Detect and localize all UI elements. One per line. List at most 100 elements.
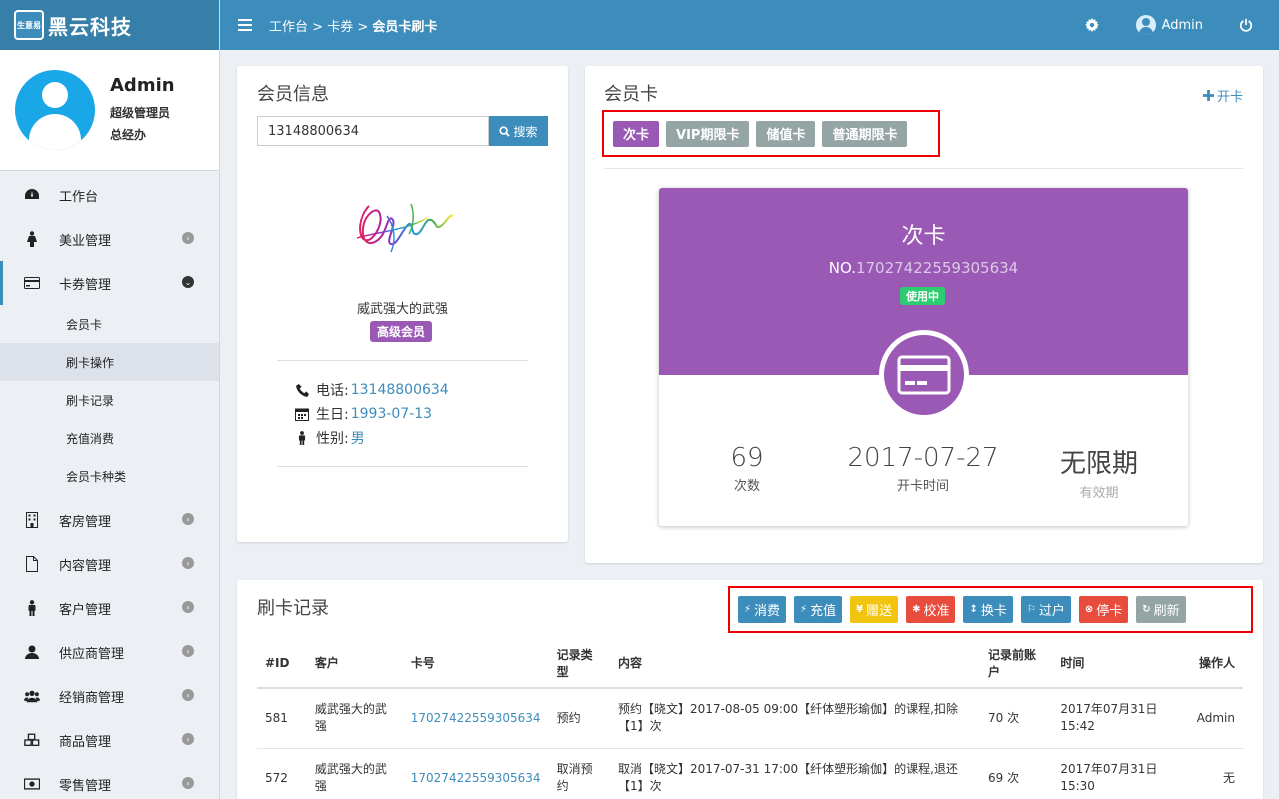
member-level-badge: 高级会员 xyxy=(370,321,433,342)
column-header[interactable]: 记录前账户 xyxy=(979,640,1053,689)
gear-icon: ✱ xyxy=(912,604,921,615)
tab-count-card[interactable]: 次卡 xyxy=(613,120,660,147)
cell-id: 581 xyxy=(257,688,307,749)
transfer-button[interactable]: ⚐ 过户 xyxy=(1020,596,1071,623)
brand-logo: 生意易 xyxy=(14,10,44,40)
user-name: Admin xyxy=(1161,17,1203,33)
search-input[interactable] xyxy=(257,116,489,146)
submenu-item-card-types[interactable]: 会员卡种类 xyxy=(0,457,219,495)
user-icon xyxy=(24,644,40,660)
open-card-button[interactable]: 开卡 xyxy=(1202,86,1243,105)
users-icon xyxy=(24,688,40,704)
signature-image xyxy=(356,203,454,253)
sidebar-item-customers[interactable]: 客户管理 › xyxy=(0,586,219,630)
flag-icon: ⚐ xyxy=(1026,604,1036,615)
power-icon[interactable] xyxy=(1239,18,1253,32)
cell-balance: 70 次 xyxy=(979,688,1053,749)
money-icon xyxy=(24,776,40,792)
stop-card-button[interactable]: ⊗ 停卡 xyxy=(1078,596,1129,623)
breadcrumb-item[interactable]: 卡券 xyxy=(327,20,353,35)
column-header[interactable]: #ID xyxy=(257,640,307,689)
action-toolbar: ⚡ 消费 ⚡ 充值 ¥ 赠送 ✱ 校准 ↕ 换卡 ⚐ 过户 ⊗ 停卡 ↻ 刷新 xyxy=(728,586,1253,633)
menu-toggle-icon[interactable] xyxy=(238,19,252,31)
brand-name: 黑云科技 xyxy=(48,14,132,39)
swipe-records-panel: 刷卡记录 ⚡ 消费 ⚡ 充值 ¥ 赠送 ✱ 校准 ↕ 换卡 ⚐ 过户 ⊗ 停卡 ↻ 刷新 #ID… xyxy=(237,580,1263,799)
submenu-item-member-card[interactable]: 会员卡 xyxy=(0,305,219,343)
brand[interactable]: 生意易 黑云科技 xyxy=(0,0,219,50)
chevron-right-icon: › xyxy=(182,733,194,745)
sidebar-item-suppliers[interactable]: 供应商管理 › xyxy=(0,630,219,674)
sidebar-item-label: 美业管理 xyxy=(59,233,112,249)
yen-icon: ¥ xyxy=(856,604,864,615)
cell-content: 预约【晓文】2017-08-05 09:00【纤体塑形瑜伽】的课程,扣除【1】次 xyxy=(610,688,980,749)
column-header[interactable]: 卡号 xyxy=(402,640,549,689)
tab-vip-card[interactable]: VIP期限卡 xyxy=(666,120,750,147)
table-row: 572 威武强大的武强 17027422559305634 取消预约 取消【晓文… xyxy=(257,748,1243,799)
gender-row: 性别: 男 xyxy=(295,428,365,448)
cell-time: 2017年07月31日 15:42 xyxy=(1052,688,1181,749)
records-table: #ID 客户 卡号 记录类型 内容 记录前账户 时间 操作人 581 威武强大的… xyxy=(257,640,1243,799)
cell-card-no[interactable]: 17027422559305634 xyxy=(402,748,549,799)
gift-button[interactable]: ¥ 赠送 xyxy=(850,596,899,623)
chevron-right-icon: › xyxy=(182,557,194,569)
tab-normal-card[interactable]: 普通期限卡 xyxy=(822,120,908,147)
cubes-icon xyxy=(24,732,40,748)
calendar-icon xyxy=(295,407,309,421)
cell-card-no[interactable]: 17027422559305634 xyxy=(402,688,549,749)
member-phone[interactable]: 13148800634 xyxy=(351,382,449,398)
cell-type: 取消预约 xyxy=(548,748,611,799)
sidebar-item-label: 卡券管理 xyxy=(59,277,112,293)
column-header[interactable]: 操作人 xyxy=(1180,640,1243,689)
sidebar-item-rooms[interactable]: 客房管理 › xyxy=(0,498,219,542)
sidebar-item-label: 客户管理 xyxy=(59,602,112,618)
cell-customer: 威武强大的武强 xyxy=(306,688,403,749)
sidebar-item-dashboard[interactable]: 工作台 xyxy=(0,173,219,217)
chevron-down-icon: ⌄ xyxy=(182,276,194,288)
panel-title: 刷卡记录 xyxy=(257,598,329,619)
refresh-button[interactable]: ↻ 刷新 xyxy=(1136,596,1186,623)
panel-title: 会员信息 xyxy=(257,84,329,105)
member-card-panel: 会员卡 开卡 次卡 VIP期限卡 储值卡 普通期限卡 次卡 NO.1702742… xyxy=(585,66,1263,563)
sidebar-item-label: 内容管理 xyxy=(59,558,112,574)
stat-count: 69 次数 xyxy=(730,443,764,494)
profile-name: Admin xyxy=(110,74,175,96)
sidebar-item-retail[interactable]: 零售管理 › xyxy=(0,762,219,799)
submenu-item-swipe-records[interactable]: 刷卡记录 xyxy=(0,381,219,419)
card-name: 次卡 xyxy=(901,224,946,249)
sidebar-item-label: 经销商管理 xyxy=(59,690,125,706)
breadcrumb-item[interactable]: 工作台 xyxy=(269,20,308,35)
sidebar-item-dealers[interactable]: 经销商管理 › xyxy=(0,674,219,718)
sidebar-item-products[interactable]: 商品管理 › xyxy=(0,718,219,762)
chevron-right-icon: › xyxy=(182,777,194,789)
phone-icon xyxy=(295,383,309,397)
column-header[interactable]: 记录类型 xyxy=(548,640,611,689)
replace-card-button[interactable]: ↕ 换卡 xyxy=(963,596,1013,623)
chevron-right-icon: › xyxy=(182,645,194,657)
tab-stored-value-card[interactable]: 储值卡 xyxy=(756,120,816,147)
panel-title: 会员卡 xyxy=(604,84,658,105)
column-header[interactable]: 时间 xyxy=(1052,640,1181,689)
chevron-right-icon: › xyxy=(182,689,194,701)
cell-balance: 69 次 xyxy=(979,748,1053,799)
male-icon xyxy=(24,600,40,616)
user-menu[interactable]: Admin xyxy=(1135,15,1203,35)
sidebar-item-content[interactable]: 内容管理 › xyxy=(0,542,219,586)
ban-icon: ⊗ xyxy=(1084,604,1094,615)
sidebar-item-cards[interactable]: 卡券管理 ⌄ xyxy=(0,261,219,305)
search-icon xyxy=(499,125,511,137)
calibrate-button[interactable]: ✱ 校准 xyxy=(906,596,956,623)
sidebar-item-beauty[interactable]: 美业管理 › xyxy=(0,217,219,261)
recharge-button[interactable]: ⚡ 充值 xyxy=(794,596,843,623)
cell-content: 取消【晓文】2017-07-31 17:00【纤体塑形瑜伽】的课程,退还【1】次 xyxy=(610,748,980,799)
search-button[interactable]: 搜索 xyxy=(489,116,548,146)
gear-icon[interactable] xyxy=(1084,18,1099,32)
cell-type: 预约 xyxy=(548,688,611,749)
member-gender: 男 xyxy=(350,431,365,447)
consume-button[interactable]: ⚡ 消费 xyxy=(738,596,787,623)
column-header[interactable]: 客户 xyxy=(306,640,403,689)
cell-customer: 威武强大的武强 xyxy=(306,748,403,799)
submenu-item-recharge[interactable]: 充值消费 xyxy=(0,419,219,457)
submenu-item-swipe[interactable]: 刷卡操作 xyxy=(0,343,219,381)
cards-submenu: 会员卡 刷卡操作 刷卡记录 充值消费 会员卡种类 xyxy=(0,305,219,495)
column-header[interactable]: 内容 xyxy=(610,640,980,689)
